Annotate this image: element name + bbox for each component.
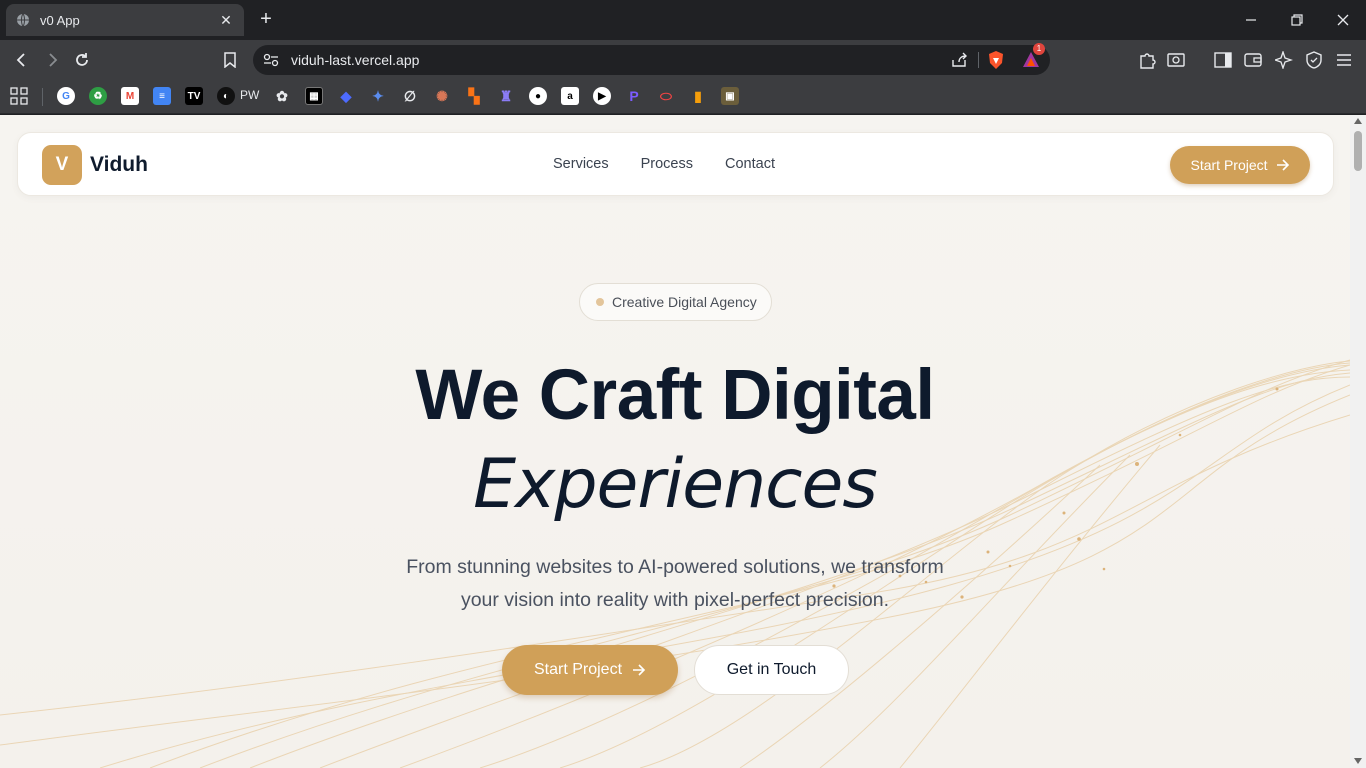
hero-badge-text: Creative Digital Agency [612,294,757,310]
arrow-right-icon [1276,159,1289,171]
reader-search-icon [1167,53,1185,67]
shield-icon [1306,51,1322,69]
nav-link-process[interactable]: Process [641,156,693,172]
analytics-bookmark-icon[interactable]: ▮ [689,87,707,105]
bookmarks-divider [42,88,43,106]
perplexity-bookmark-icon[interactable]: ∅ [401,87,419,105]
tradingview-bookmark-icon[interactable]: TV [185,87,203,105]
logo-name[interactable]: Viduh [90,153,148,177]
hero-lead-line-2: your vision into reality with pixel-perf… [460,589,890,611]
ghost-bookmark-icon[interactable]: ♜ [497,87,515,105]
tab-active[interactable]: v0 App ✕ [6,4,244,36]
pw-bookmark-icon[interactable]: ◐ [217,87,235,105]
browser-toolbar: viduh-last.vercel.app 1 [0,40,1366,80]
scroll-up-arrow[interactable] [1354,118,1362,124]
chatgpt-bookmark-icon[interactable]: ✿ [273,87,291,105]
hero-title: We Craft Digital [415,356,935,435]
globe-icon [17,13,29,27]
reload-button[interactable] [70,48,94,72]
gemini-bookmark-icon[interactable]: ✦ [369,87,387,105]
arrow-left-icon [16,53,25,67]
sidebar-button[interactable] [1213,50,1233,70]
photo-bookmark-icon[interactable]: ▣ [721,87,739,105]
pw-bookmark-label[interactable]: PW [240,88,259,102]
nav-link-contact[interactable]: Contact [725,156,775,172]
arrow-right-icon [49,53,58,67]
claude-bookmark-icon[interactable]: ✺ [433,87,451,105]
bookmark-icon [224,52,236,68]
p-bookmark-icon[interactable]: P [625,87,643,105]
oracle-bookmark-icon[interactable]: ⬭ [657,87,675,105]
puzzle-icon [1140,53,1156,69]
hero-lead: From stunning websites to AI-powered sol… [375,551,975,617]
bookmark-page-button[interactable] [218,48,242,72]
site-settings-icon[interactable] [263,52,279,68]
nav-links: Services Process Contact [553,156,775,172]
grid-bookmark-icon[interactable]: ▦ [305,87,323,105]
docs-bookmark-icon[interactable]: ≡ [153,87,171,105]
reader-mode-button[interactable] [1166,50,1186,70]
nav-link-services[interactable]: Services [553,156,609,172]
extensions-button[interactable] [1137,50,1157,70]
amazon-bookmark-icon[interactable]: a [561,87,579,105]
get-in-touch-button[interactable]: Get in Touch [694,645,849,695]
new-tab-button[interactable]: + [254,8,278,32]
address-bar[interactable]: viduh-last.vercel.app 1 [253,43,1050,75]
arrow-right-icon [633,664,646,676]
notification-badge: 1 [1033,43,1045,55]
url-text: viduh-last.vercel.app [291,52,420,68]
forward-button[interactable] [40,48,64,72]
reload-icon [76,53,88,66]
minimize-icon [1246,19,1256,21]
bookmarks-bar: G ♻ M ≡ TV ◐ PW ✿ ▦ ◆ ✦ ∅ ✺ ▚ ♜ ● a ▶ P … [0,80,1366,114]
start-project-label: Start Project [533,661,623,678]
hero-badge: Creative Digital Agency [579,283,772,321]
scrollbar-thumb[interactable] [1354,131,1362,171]
tab-title: v0 App [40,12,80,28]
tab-close-icon[interactable]: ✕ [218,12,234,29]
divider [978,52,979,68]
site-navbar: V Viduh Services Process Contact Start P… [17,132,1334,196]
badge-dot [596,298,604,306]
logo-mark[interactable]: V [42,145,82,185]
restore-icon [1291,14,1303,26]
deepseek-bookmark-icon[interactable]: ◆ [337,87,355,105]
blocks-bookmark-icon[interactable]: ▚ [465,87,483,105]
apps-grid-icon[interactable] [10,87,28,105]
github-bookmark-icon[interactable]: ● [529,87,547,105]
leo-ai-button[interactable] [1274,50,1294,70]
gmail-bookmark-icon[interactable]: M [121,87,139,105]
nav-start-project-button[interactable]: Start Project [1170,146,1310,184]
back-button[interactable] [10,48,34,72]
restore-button[interactable] [1274,0,1320,40]
vpn-button[interactable] [1304,50,1324,70]
recycle-bookmark-icon[interactable]: ♻ [89,87,107,105]
sidebar-icon [1214,52,1232,68]
menu-button[interactable] [1334,50,1354,70]
brave-shields-icon[interactable] [987,50,1005,70]
page-viewport: V Viduh Services Process Contact Start P… [0,115,1350,768]
page-scrollbar[interactable] [1350,115,1366,768]
hero-title-italic: Experiences [473,445,878,524]
nav-cta-label: Start Project [1190,157,1268,173]
tab-strip: v0 App ✕ + [0,0,1366,40]
share-icon[interactable] [951,52,969,68]
sparkle-icon [1275,51,1293,69]
hero-lead-line-1: From stunning websites to AI-powered sol… [406,556,944,578]
google-bookmark-icon[interactable]: G [57,87,75,105]
close-window-button[interactable] [1320,0,1366,40]
start-project-button[interactable]: Start Project [502,645,678,695]
scroll-down-arrow[interactable] [1354,758,1362,764]
wallet-button[interactable] [1243,50,1263,70]
hamburger-icon [1337,54,1351,66]
wallet-icon [1244,53,1262,67]
play-bookmark-icon[interactable]: ▶ [593,87,611,105]
minimize-button[interactable] [1228,0,1274,40]
close-icon [1337,14,1349,26]
